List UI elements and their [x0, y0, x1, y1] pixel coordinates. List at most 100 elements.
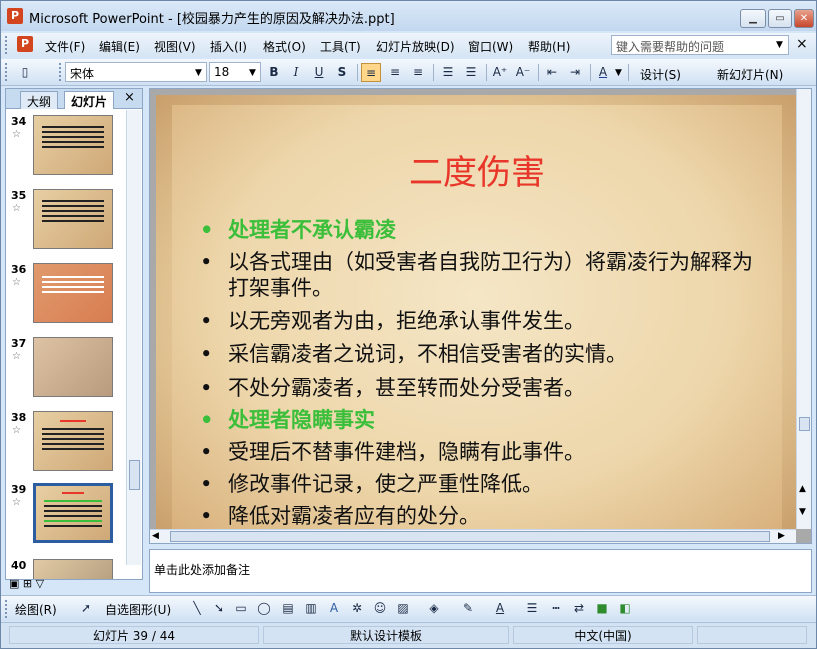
align-center-icon[interactable]: ≡ [385, 63, 405, 82]
slide-thumbnail-36[interactable]: 36 ☆ [6, 263, 124, 329]
draw-menu-button[interactable]: 绘图(R) [15, 601, 57, 618]
font-name-select[interactable]: 宋体 [65, 62, 207, 82]
bullet-text: 以无旁观者为由，拒绝承认事件发生。 [228, 309, 585, 333]
menu-window[interactable]: 窗口(W) [468, 38, 513, 55]
document-icon[interactable]: P [17, 36, 33, 52]
select-pointer-icon[interactable]: ➚ [76, 599, 96, 618]
menu-view[interactable]: 视图(V) [154, 38, 196, 55]
restore-button[interactable]: ▭ [768, 9, 792, 28]
align-right-icon[interactable]: ≡ [408, 63, 428, 82]
numbered-list-icon[interactable]: ☰ [438, 63, 458, 82]
menu-help[interactable]: 帮助(H) [528, 38, 570, 55]
slide-vertical-scrollbar[interactable]: ▲ ▼ [796, 89, 811, 529]
menu-file[interactable]: 文件(F) [45, 38, 85, 55]
increase-font-icon[interactable]: A⁺ [490, 63, 510, 82]
3d-style-icon[interactable]: ◧ [615, 599, 635, 618]
slide-thumbnail-37[interactable]: 37 ☆ [6, 337, 124, 403]
powerpoint-window: P Microsoft PowerPoint - [校园暴力产生的原因及解决办法… [0, 0, 817, 649]
tab-outline[interactable]: 大纲 [20, 91, 59, 109]
menu-grip[interactable] [5, 36, 8, 54]
chevron-down-icon[interactable]: ▼ [615, 68, 622, 78]
notes-placeholder: 单击此处添加备注 [154, 563, 251, 577]
next-slide-icon[interactable]: ▼ [799, 507, 806, 517]
scrollbar-thumb[interactable] [170, 531, 770, 542]
oval-tool-icon[interactable]: ◯ [254, 599, 274, 618]
design-button[interactable]: 设计(S) [640, 66, 681, 83]
line-style-icon[interactable]: ☰ [522, 599, 542, 618]
new-document-icon[interactable]: ▯ [15, 63, 35, 82]
vertical-textbox-icon[interactable]: ▥ [301, 599, 321, 618]
menu-insert[interactable]: 插入(I) [210, 38, 247, 55]
powerpoint-app-icon[interactable]: P [7, 8, 23, 24]
help-search-input[interactable]: 键入需要帮助的问题 [611, 35, 789, 55]
tab-slides[interactable]: 幻灯片 [64, 91, 115, 109]
slide-thumbnail-39[interactable]: 39 ☆ [6, 483, 124, 549]
align-left-icon[interactable]: ≡ [361, 63, 381, 82]
normal-view-icon[interactable]: ▣ [9, 577, 19, 590]
insert-picture-icon[interactable]: ▨ [393, 599, 413, 618]
bullet-text: 处理者不承认霸凌 [228, 217, 396, 242]
toolbar-grip[interactable] [5, 600, 8, 618]
dash-style-icon[interactable]: ┅ [546, 599, 566, 618]
clipart-icon[interactable]: ☺ [370, 599, 390, 618]
new-slide-button[interactable]: 新幻灯片(N) [717, 66, 783, 83]
chevron-down-icon[interactable]: ▼ [195, 68, 202, 78]
toolbar-grip[interactable] [59, 63, 62, 81]
scroll-left-icon[interactable]: ◀ [152, 531, 159, 541]
menu-bar: P 文件(F) 编辑(E) 视图(V) 插入(I) 格式(O) 工具(T) 幻灯… [1, 33, 816, 57]
chevron-down-icon[interactable]: ▼ [249, 68, 256, 78]
close-button[interactable]: ✕ [794, 9, 814, 28]
slide-sorter-icon[interactable]: ⊞ [23, 577, 32, 590]
bulleted-list-icon[interactable]: ☰ [461, 63, 481, 82]
toolbar-separator [628, 64, 629, 81]
minimize-button[interactable]: ▁ [740, 9, 766, 28]
scrollbar-thumb[interactable] [799, 417, 810, 431]
wordart-icon[interactable]: A [324, 599, 344, 618]
slide-thumbnail-38[interactable]: 38 ☆ [6, 411, 124, 477]
slideshow-icon[interactable]: ▽ [36, 577, 44, 590]
bullet-dot: • [200, 440, 213, 464]
menu-slideshow[interactable]: 幻灯片放映(D) [376, 38, 455, 55]
rectangle-tool-icon[interactable]: ▭ [231, 599, 251, 618]
underline-button[interactable]: U [309, 63, 329, 82]
decrease-indent-icon[interactable]: ⇤ [542, 63, 562, 82]
decrease-font-icon[interactable]: A⁻ [513, 63, 533, 82]
autoshapes-menu-button[interactable]: 自选图形(U) [105, 601, 171, 618]
font-color-icon[interactable]: A [490, 599, 510, 618]
line-color-icon[interactable]: ✎ [458, 599, 478, 618]
slide-preview [33, 411, 113, 471]
toolbar-grip[interactable] [5, 63, 8, 81]
slide-thumbnail-34[interactable]: 34 ☆ [6, 115, 124, 181]
shadow-button[interactable]: S [332, 63, 352, 82]
diagram-icon[interactable]: ✲ [347, 599, 367, 618]
line-tool-icon[interactable]: ╲ [187, 599, 207, 618]
slide-thumbnail-40[interactable]: 40 [6, 559, 124, 579]
slide-number: 40 [11, 559, 27, 572]
scrollbar-thumb[interactable] [129, 460, 140, 490]
fill-color-icon[interactable]: ◈ [424, 599, 444, 618]
menu-format[interactable]: 格式(O) [263, 38, 306, 55]
increase-indent-icon[interactable]: ⇥ [565, 63, 585, 82]
notes-pane[interactable]: 单击此处添加备注 [149, 549, 812, 593]
arrow-style-icon[interactable]: ⇄ [569, 599, 589, 618]
slide-title[interactable]: 二度伤害 [172, 145, 782, 194]
shadow-style-icon[interactable]: ■ [592, 599, 612, 618]
bold-button[interactable]: B [264, 63, 284, 82]
document-close-button[interactable]: × [796, 36, 808, 52]
menu-edit[interactable]: 编辑(E) [99, 38, 140, 55]
pane-close-button[interactable]: × [124, 90, 135, 105]
menu-tools[interactable]: 工具(T) [320, 38, 361, 55]
slide-canvas[interactable]: 二度伤害 • 处理者不承认霸凌 • 以各式理由（如受害者自我防卫行为）将霸凌行为… [156, 95, 796, 531]
italic-button[interactable]: I [286, 63, 306, 82]
scroll-right-icon[interactable]: ▶ [778, 531, 785, 541]
slide-thumbnail-35[interactable]: 35 ☆ [6, 189, 124, 255]
previous-slide-icon[interactable]: ▲ [799, 484, 806, 494]
font-color-icon[interactable]: A [593, 63, 613, 82]
arrow-tool-icon[interactable]: ➘ [209, 599, 229, 618]
transition-star-icon: ☆ [12, 351, 21, 362]
chevron-down-icon[interactable]: ▼ [776, 40, 783, 50]
textbox-tool-icon[interactable]: ▤ [278, 599, 298, 618]
slide-horizontal-scrollbar[interactable]: ◀ ▶ [150, 529, 796, 543]
thumbnail-scrollbar[interactable] [126, 110, 141, 565]
slide-preview [33, 115, 113, 175]
